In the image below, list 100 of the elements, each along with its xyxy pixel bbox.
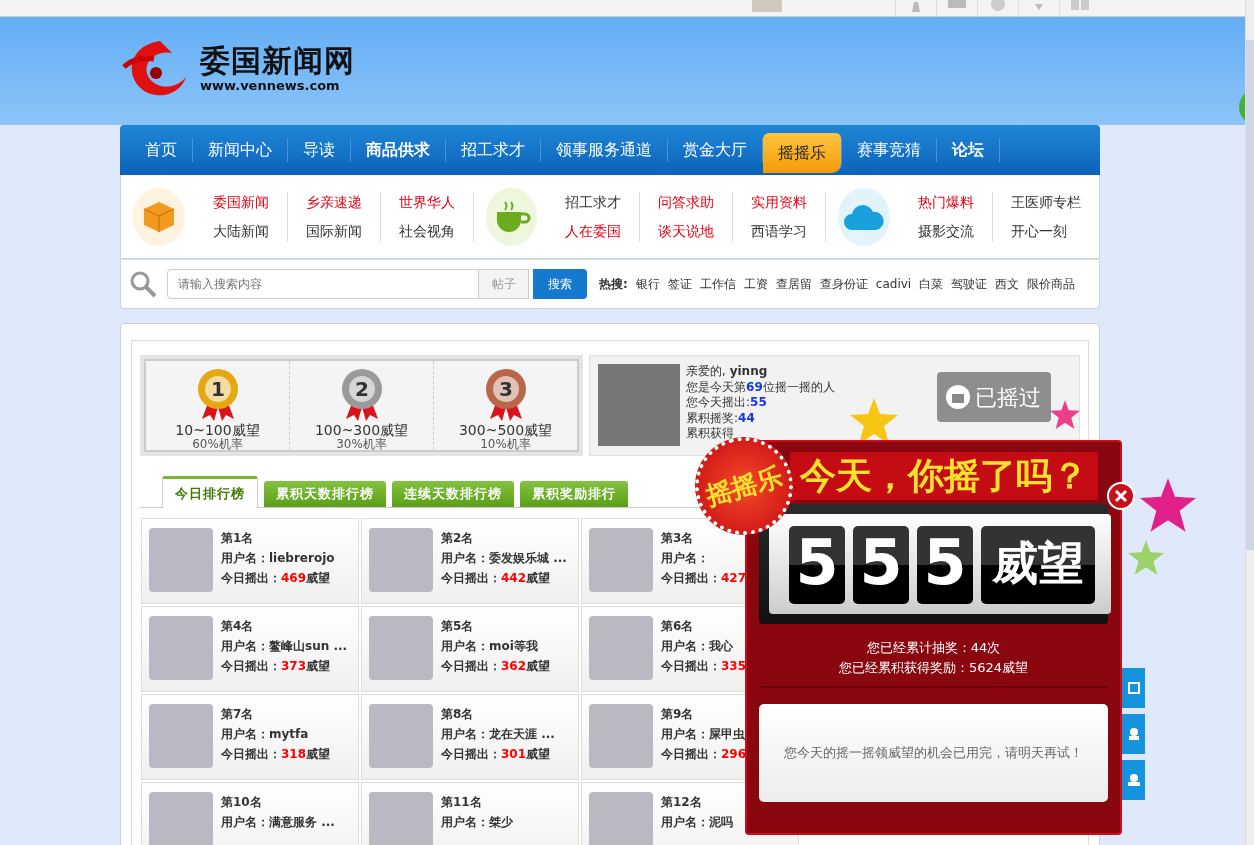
hot-search-link[interactable]: 工资 [743, 275, 768, 293]
ranking-tab[interactable]: 今日排行榜 [162, 476, 258, 508]
greeting-text: 亲爱的, yinng [686, 364, 769, 380]
avatar-placeholder [149, 704, 213, 768]
shaken-button[interactable]: 已摇过 [937, 372, 1051, 422]
search-icon[interactable] [129, 270, 157, 298]
settings-icon[interactable] [990, 0, 1006, 12]
username-text: 用户名：mytfa [221, 726, 310, 743]
score-text: 今日摇出：296 [661, 746, 747, 763]
hot-search-link[interactable]: 银行 [635, 275, 660, 293]
avatar-placeholder [149, 616, 213, 680]
score-text: 今日摇出：427 [661, 570, 747, 587]
rank-label: 第5名 [441, 618, 475, 635]
avatar-placeholder [369, 792, 433, 845]
ranking-tab[interactable]: 连续天数排行榜 [392, 481, 514, 507]
nav-tab[interactable]: 招工求才 [446, 138, 541, 162]
search-button[interactable]: 搜索 [533, 269, 587, 299]
hot-search-link[interactable]: cadivi [875, 275, 912, 293]
subnav-link[interactable]: 摄影交流 [918, 220, 974, 242]
hot-search-link[interactable]: 签证 [667, 275, 692, 293]
nav-tab[interactable]: 首页 [130, 138, 193, 162]
reward-chance: 30%机率 [335, 437, 387, 452]
username-text: 用户名：泥吗 [661, 814, 733, 831]
counter-digit: 5 [789, 526, 845, 604]
profile-stat: 您是今天第69位摇一摇的人 [686, 379, 835, 395]
nav-tab[interactable]: 摇摇乐 [763, 133, 842, 173]
rank-label: 第11名 [441, 794, 483, 811]
score-text: 今日摇出：362威望 [441, 658, 551, 675]
score-text: 今日摇出：301威望 [441, 746, 552, 763]
username-text: 用户名：liebrerojo [221, 550, 335, 567]
rank-label: 第4名 [221, 618, 255, 635]
profile-stat: 累积获得 [686, 426, 736, 442]
subnav-link[interactable]: 开心一刻 [1011, 220, 1081, 242]
mail-icon[interactable] [948, 0, 966, 8]
side-tab[interactable] [1122, 714, 1145, 754]
subnav-link[interactable]: 热门爆料 [918, 191, 974, 213]
avatar-placeholder [589, 704, 653, 768]
gift-icon [945, 384, 971, 410]
site-logo-title: 委国新闻网 [200, 46, 355, 77]
bell-icon[interactable] [909, 0, 923, 12]
avatar-placeholder [149, 528, 213, 592]
search-field[interactable]: 请输入搜索内容 [167, 269, 479, 299]
subnav-link[interactable]: 实用资料 [751, 191, 808, 213]
username-text: 用户名：屎甲虫 [661, 726, 746, 743]
nav-tab[interactable]: 商品供求 [351, 138, 446, 162]
side-tab[interactable] [1122, 668, 1145, 708]
avatar-placeholder [369, 616, 433, 680]
hot-search-link[interactable]: 查居留 [775, 275, 812, 293]
ranking-tab[interactable]: 累积天数排行榜 [264, 481, 386, 507]
subnav-link[interactable]: 谈天说地 [658, 220, 715, 242]
score-text: 今日摇出：469威望 [221, 570, 332, 587]
stat-text: 您已经累计抽奖：44次 [865, 639, 1002, 657]
avatar-placeholder [369, 528, 433, 592]
subnav-link[interactable]: 问答求助 [658, 191, 715, 213]
hot-search-link[interactable]: 查身份证 [819, 275, 868, 293]
hot-search-link[interactable]: 白菜 [919, 275, 944, 293]
subnav-link[interactable]: 乡亲速递 [305, 191, 362, 213]
rank-label: 第9名 [661, 706, 695, 723]
nav-tab[interactable]: 导读 [288, 138, 351, 162]
subnav-link[interactable]: 世界华人 [398, 191, 455, 213]
hot-search-label: 热搜: [599, 276, 628, 293]
username-text: 用户名： [661, 550, 710, 567]
hot-search-link[interactable]: 工作信 [699, 275, 736, 293]
reward-range: 10~100威望 [174, 423, 261, 437]
score-text: 今日摇出：335 [661, 658, 747, 675]
star-icon [1128, 540, 1164, 575]
subnav-link[interactable]: 委国新闻 [212, 191, 269, 213]
box-icon [133, 187, 185, 246]
username-text: 用户名：桀少 [441, 814, 513, 831]
stat-text: 您已经累积获得奖励：5624威望 [837, 659, 1030, 677]
subnav-link[interactable]: 社会视角 [398, 220, 455, 242]
subnav-link[interactable]: 大陆新闻 [212, 220, 269, 242]
username-text: 用户名：我心 [661, 638, 734, 655]
nav-tab[interactable]: 赛事竞猜 [842, 138, 937, 162]
reward-range: 100~300威望 [313, 423, 410, 437]
close-button[interactable] [1107, 482, 1135, 510]
nav-tab[interactable]: 论坛 [937, 138, 1000, 162]
star-icon [1050, 400, 1080, 429]
side-tab[interactable] [1122, 760, 1145, 800]
rank-label: 第1名 [221, 530, 255, 547]
subnav-link[interactable]: 人在委国 [565, 220, 622, 242]
hot-search-link[interactable]: 驾驶证 [951, 275, 988, 293]
cloud-icon [838, 187, 890, 246]
username-text: 用户名：moi等我 [441, 638, 539, 655]
reward-chance: 10%机率 [479, 437, 531, 452]
avatar-placeholder [589, 528, 653, 592]
ranking-tab[interactable]: 累积奖励排行 [520, 481, 628, 507]
profile-stat: 累积摇奖:44 [686, 410, 756, 426]
hot-search-link[interactable]: 西文 [995, 275, 1020, 293]
hot-search-link[interactable]: 限价商品 [1027, 275, 1076, 293]
nav-tab[interactable]: 新闻中心 [193, 138, 288, 162]
search-scope-select[interactable]: 帖子 [479, 269, 529, 299]
subnav-link[interactable]: 国际新闻 [305, 220, 362, 242]
score-text: 今日摇出：373威望 [221, 658, 332, 675]
subnav-link[interactable]: 西语学习 [751, 220, 808, 242]
subnav-link[interactable]: 王医师专栏 [1011, 191, 1081, 213]
nav-tab[interactable]: 领事服务通道 [541, 138, 668, 162]
subnav-link[interactable]: 招工求才 [565, 191, 622, 213]
grid-icon[interactable] [1071, 0, 1089, 10]
counter-digit: 5 [917, 526, 973, 604]
